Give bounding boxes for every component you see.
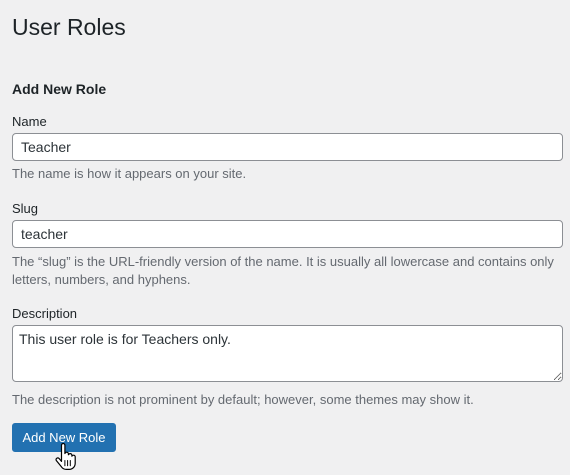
slug-help-text: The “slug” is the URL-friendly version o…	[12, 254, 554, 287]
description-label: Description	[12, 306, 78, 321]
user-roles-page: User Roles Add New Role Name The name is…	[0, 0, 570, 475]
slug-input[interactable]	[12, 220, 563, 248]
description-help-text: The description is not prominent by defa…	[12, 392, 474, 407]
name-input[interactable]	[12, 133, 563, 161]
page-title: User Roles	[12, 14, 126, 40]
name-label: Name	[12, 114, 47, 129]
slug-label: Slug	[12, 201, 39, 216]
add-new-role-button[interactable]: Add New Role	[12, 423, 116, 452]
name-help-text: The name is how it appears on your site.	[12, 166, 247, 181]
section-title: Add New Role	[12, 81, 107, 97]
description-textarea[interactable]: This user role is for Teachers only.	[12, 325, 563, 382]
